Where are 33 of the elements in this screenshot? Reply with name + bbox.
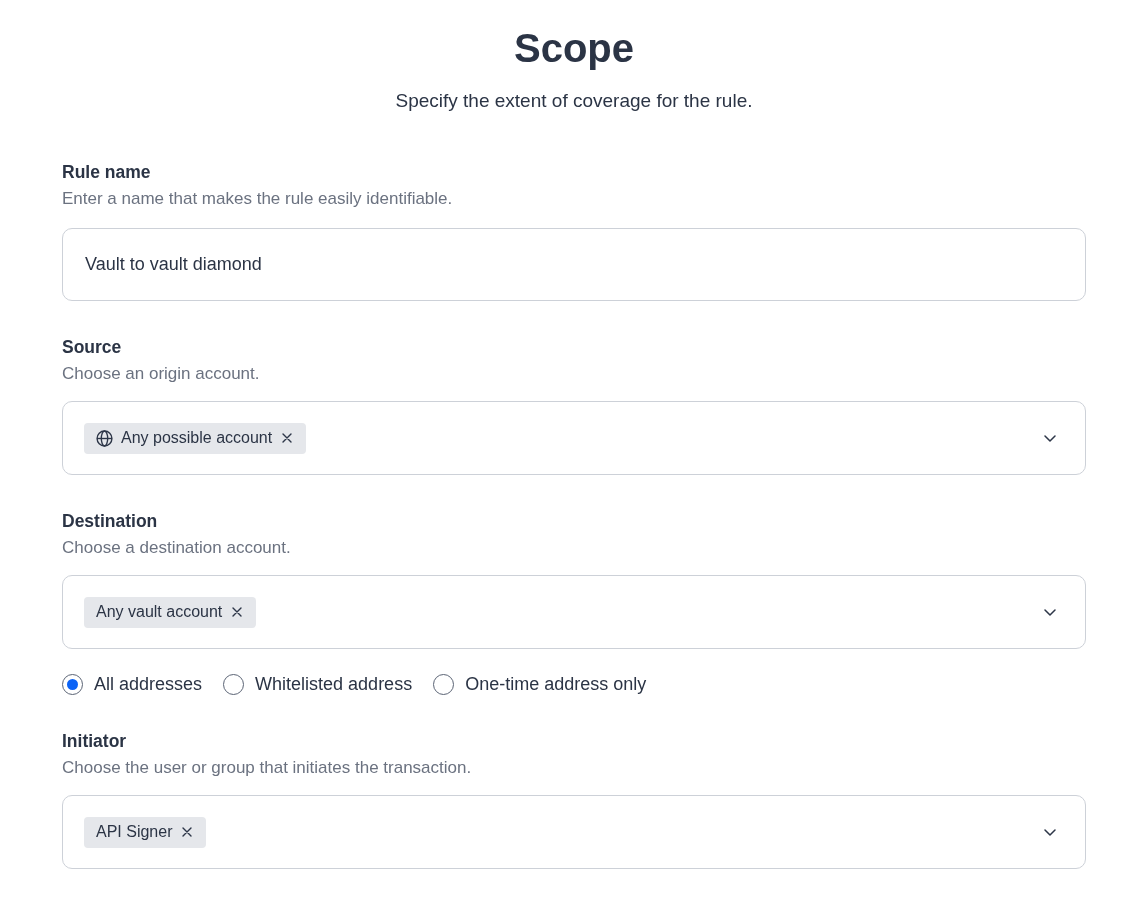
field-label: Source [62, 336, 123, 359]
page-subtitle: Specify the extent of coverage for the rule. [394, 89, 754, 113]
chevron-down-icon[interactable] [1044, 434, 1056, 442]
radio-label[interactable]: Whitelisted address [255, 673, 413, 695]
text-input-field[interactable]: Vault to vault diamond [62, 228, 1086, 301]
remove-tag-button[interactable] [232, 607, 243, 617]
select-field[interactable]: Any vault account [62, 575, 1086, 649]
tag-label: API Signer [96, 822, 173, 842]
close-icon [232, 607, 243, 617]
close-icon [182, 827, 193, 837]
tag-label: Any possible account [121, 428, 273, 448]
field-label: Destination [62, 510, 159, 533]
chevron-down-icon[interactable] [1044, 608, 1056, 616]
tag-label: Any vault account [96, 602, 223, 622]
radio-label[interactable]: All addresses [94, 673, 203, 695]
remove-tag-button[interactable] [282, 433, 293, 443]
field-hint: Choose a destination account. [62, 537, 292, 559]
radio-label[interactable]: One-time address only [465, 673, 647, 695]
select-field[interactable]: Any possible account [62, 401, 1086, 475]
close-icon [282, 433, 293, 443]
field-label: Rule name [62, 161, 152, 184]
globe-icon [96, 429, 113, 447]
field-label: Initiator [62, 730, 128, 753]
radio-button[interactable] [223, 673, 245, 695]
page-title: Scope [512, 25, 635, 72]
chevron-down-icon[interactable] [1044, 828, 1056, 836]
field-hint: Enter a name that makes the rule easily identifiable. [62, 188, 454, 210]
field-hint: Choose an origin account. [62, 363, 261, 385]
select-field[interactable]: API Signer [62, 795, 1086, 869]
remove-tag-button[interactable] [182, 827, 193, 837]
radio-button[interactable] [62, 673, 83, 695]
field-hint: Choose the user or group that initiates the transaction. [62, 757, 473, 779]
radio-button[interactable] [433, 673, 455, 695]
